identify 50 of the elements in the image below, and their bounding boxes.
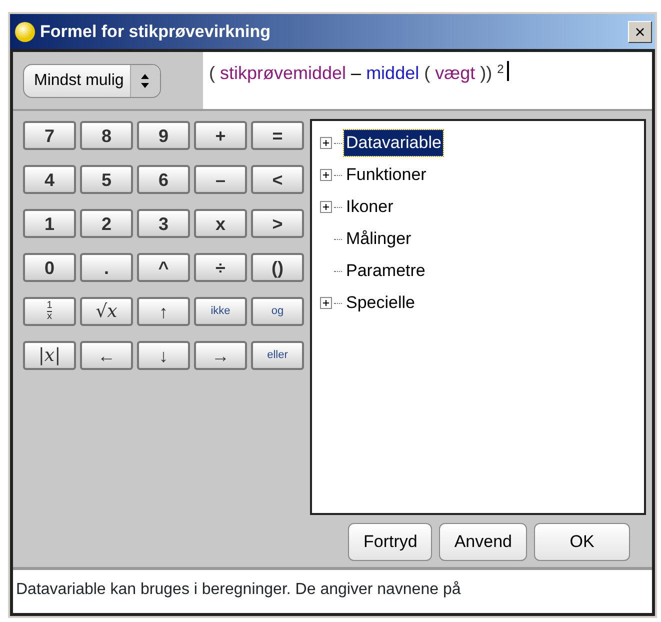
expand-icon[interactable] <box>320 169 332 181</box>
key-button[interactable]: √x <box>80 297 133 326</box>
status-text: Datavariable kan bruges i beregninger. De angiver navnene på <box>13 567 652 613</box>
key-button[interactable]: () <box>251 253 304 282</box>
tree-item[interactable]: Ikoner <box>344 194 396 220</box>
tree-item[interactable]: Datavariable <box>344 130 444 156</box>
key-button[interactable]: ↓ <box>137 341 190 370</box>
key-button[interactable]: 9 <box>137 121 190 150</box>
key-button[interactable]: > <box>251 209 304 238</box>
key-button[interactable]: 0 <box>23 253 76 282</box>
key-button[interactable]: ^ <box>137 253 190 282</box>
tree-item[interactable]: Målinger <box>344 226 414 252</box>
dialog-button[interactable]: OK <box>534 523 630 561</box>
key-button[interactable]: 7 <box>23 121 76 150</box>
formula-field[interactable]: ( stikprøvemiddel – middel ( vægt )) $^{2}$ <box>203 52 652 109</box>
key-button[interactable]: = <box>251 121 304 150</box>
key-button[interactable]: ↑ <box>137 297 190 326</box>
dialog-button[interactable]: Anvend <box>439 523 527 561</box>
expand-icon[interactable] <box>320 201 332 213</box>
key-button[interactable]: x <box>194 209 247 238</box>
key-button[interactable]: 1 <box>23 209 76 238</box>
close-button[interactable]: × <box>628 20 652 42</box>
key-button[interactable]: 4 <box>23 165 76 194</box>
expand-icon[interactable] <box>320 297 332 309</box>
sun-icon <box>14 20 36 42</box>
key-button[interactable]: < <box>251 165 304 194</box>
size-dropdown[interactable]: Mindst mulig <box>23 64 161 98</box>
key-button[interactable]: 3 <box>137 209 190 238</box>
tree-item[interactable]: Parametre <box>344 258 428 284</box>
key-button[interactable]: 2 <box>80 209 133 238</box>
key-button[interactable]: |x| <box>23 341 76 370</box>
expand-icon[interactable] <box>320 137 332 149</box>
key-button[interactable]: 5 <box>80 165 133 194</box>
key-button[interactable]: 8 <box>80 121 133 150</box>
key-button[interactable]: 6 <box>137 165 190 194</box>
tree-item[interactable]: Specielle <box>344 290 417 316</box>
key-button[interactable]: ← <box>80 341 133 370</box>
key-button[interactable]: – <box>194 165 247 194</box>
stepper-arrows-icon <box>140 72 150 88</box>
key-button[interactable]: ÷ <box>194 253 247 282</box>
key-button[interactable]: ikke <box>194 297 247 326</box>
tree-item[interactable]: Funktioner <box>344 162 428 188</box>
key-button[interactable]: . <box>80 253 133 282</box>
window-title: Formel for stikprøvevirkning <box>40 20 272 43</box>
dialog-button[interactable]: Fortryd <box>348 523 432 561</box>
key-button[interactable]: → <box>194 341 247 370</box>
key-button[interactable]: + <box>194 121 247 150</box>
key-button[interactable]: og <box>251 297 304 326</box>
key-button[interactable]: eller <box>251 341 304 370</box>
key-button[interactable]: 1 x <box>23 297 76 326</box>
